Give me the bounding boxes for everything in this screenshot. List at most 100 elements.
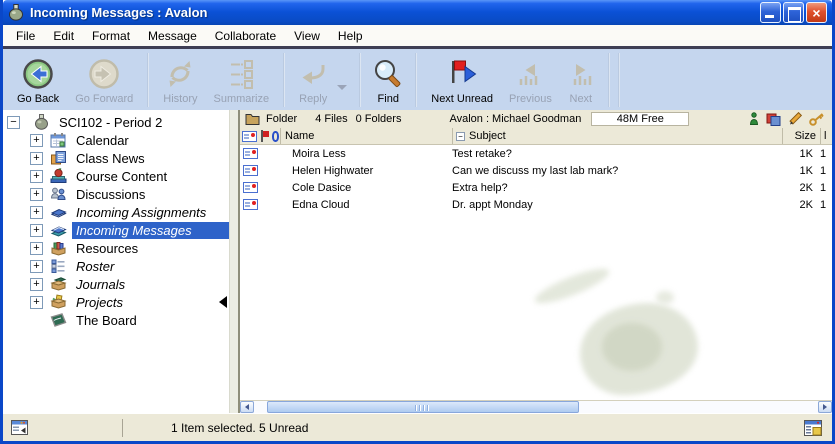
tree-item-projects[interactable]: + Projects <box>3 293 229 311</box>
menu-help[interactable]: Help <box>329 26 372 46</box>
go-forward-button[interactable]: Go Forward <box>67 51 141 109</box>
next-unread-button[interactable]: Next Unread <box>423 51 501 109</box>
watermark-island <box>602 323 662 371</box>
expand-box-icon[interactable]: + <box>30 170 43 183</box>
expand-box-icon[interactable]: + <box>30 278 43 291</box>
scroll-left-button[interactable] <box>240 401 254 413</box>
expand-box-icon[interactable]: + <box>30 296 43 309</box>
toolbar-separator <box>147 53 149 107</box>
scrollbar-thumb[interactable] <box>267 401 579 413</box>
incoming-assignments-icon <box>50 204 67 220</box>
admin-key-pencil-icon[interactable] <box>809 113 826 126</box>
tree-item-calendar[interactable]: + Calendar <box>3 131 229 149</box>
board-icon <box>50 312 67 328</box>
unread-flag-column-icon[interactable] <box>259 130 270 143</box>
previous-button[interactable]: Previous <box>501 51 560 109</box>
subject-collapse-icon[interactable]: − <box>456 132 465 141</box>
journals-icon <box>50 276 67 292</box>
tree-item-incoming-messages[interactable]: + Incoming Messages <box>3 221 229 239</box>
scroll-right-button[interactable] <box>818 401 832 413</box>
history-button[interactable]: History <box>155 51 205 109</box>
status-separator <box>122 419 123 437</box>
column-header-name[interactable]: Name <box>280 128 452 144</box>
split-view-icon[interactable] <box>804 420 822 436</box>
message-subject: Dr. appt Monday <box>452 199 782 211</box>
message-last-modified: 1 <box>818 182 832 194</box>
column-header-row: Name − Subject Size l <box>240 128 832 145</box>
reply-button[interactable]: Reply <box>291 51 335 109</box>
folder-tree: − SCI102 - Period 2 + Calendar + Class N… <box>3 110 229 413</box>
message-row[interactable]: Helen Highwater Can we discuss my last l… <box>240 162 832 179</box>
message-row[interactable]: Edna Cloud Dr. appt Monday 2K 1 <box>240 196 832 213</box>
expand-box-icon[interactable]: + <box>30 260 43 273</box>
next-button[interactable]: Next <box>560 51 602 109</box>
account-name: Avalon : Michael Goodman <box>449 113 581 125</box>
tree-item-label: Projects <box>72 294 127 311</box>
go-back-icon <box>21 56 55 92</box>
message-row[interactable]: Moira Less Test retake? 1K 1 <box>240 145 832 162</box>
unread-message-icon <box>243 182 258 193</box>
maximize-button[interactable] <box>783 2 804 23</box>
tree-item-the-board[interactable]: The Board <box>3 311 229 329</box>
tree-item-sci102[interactable]: − SCI102 - Period 2 <box>3 113 229 131</box>
edit-pencil-icon[interactable] <box>788 112 802 126</box>
menu-file[interactable]: File <box>7 26 44 46</box>
scrollbar-track[interactable] <box>254 401 818 413</box>
tree-item-roster[interactable]: + Roster <box>3 257 229 275</box>
find-button[interactable]: Find <box>367 51 409 109</box>
attachment-column-icon[interactable] <box>272 131 279 142</box>
watermark-island <box>656 291 674 304</box>
find-magnifier-icon <box>371 56 405 92</box>
title-bar[interactable]: Incoming Messages : Avalon × <box>3 0 832 25</box>
files-count: 4 Files <box>315 113 347 125</box>
go-back-button[interactable]: Go Back <box>9 51 67 109</box>
reply-dropdown-arrow-icon[interactable] <box>337 85 347 90</box>
column-header-size[interactable]: Size <box>782 128 820 144</box>
message-row[interactable]: Cole Dasice Extra help? 2K 1 <box>240 179 832 196</box>
folder-permissions-icon[interactable] <box>766 113 781 126</box>
menu-collaborate[interactable]: Collaborate <box>206 26 285 46</box>
next-icon <box>564 56 598 92</box>
pane-splitter[interactable] <box>229 110 240 413</box>
menu-format[interactable]: Format <box>83 26 139 46</box>
tree-item-resources[interactable]: + Resources <box>3 239 229 257</box>
unread-message-icon <box>243 165 258 176</box>
close-button[interactable]: × <box>806 2 827 23</box>
tree-item-course-content[interactable]: + Course Content <box>3 167 229 185</box>
tree-item-discussions[interactable]: + Discussions <box>3 185 229 203</box>
tree-item-incoming-assignments[interactable]: + Incoming Assignments <box>3 203 229 221</box>
expand-box-icon[interactable]: + <box>30 224 43 237</box>
watermark-island <box>532 263 613 310</box>
collapse-box-icon[interactable]: − <box>7 116 20 129</box>
message-size: 1K <box>782 165 818 177</box>
expand-box-icon[interactable]: + <box>30 152 43 165</box>
menu-edit[interactable]: Edit <box>44 26 83 46</box>
expand-box-icon[interactable]: + <box>30 134 43 147</box>
pane-toggle-icon[interactable] <box>11 420 28 435</box>
tree-item-class-news[interactable]: + Class News <box>3 149 229 167</box>
message-type-column-icon[interactable] <box>242 131 257 142</box>
menu-message[interactable]: Message <box>139 26 206 46</box>
column-header-last-modified[interactable]: l <box>820 128 832 144</box>
minimize-button[interactable] <box>760 2 781 23</box>
tree-item-label: Incoming Messages <box>72 222 229 239</box>
column-header-subject[interactable]: − Subject <box>452 128 782 144</box>
summarize-button[interactable]: Summarize <box>206 51 278 109</box>
connected-user-icon[interactable] <box>749 112 759 126</box>
tree-item-label: Course Content <box>72 168 171 185</box>
menu-view[interactable]: View <box>285 26 329 46</box>
history-icon <box>163 56 197 92</box>
pane-collapse-arrow-icon[interactable] <box>219 296 227 308</box>
message-size: 1K <box>782 148 818 160</box>
tree-item-journals[interactable]: + Journals <box>3 275 229 293</box>
expand-box-icon[interactable]: + <box>30 188 43 201</box>
expand-box-icon[interactable]: + <box>30 242 43 255</box>
previous-icon <box>513 56 547 92</box>
tree-item-label: Roster <box>72 258 118 275</box>
horizontal-scrollbar[interactable] <box>240 400 832 413</box>
next-unread-flag-icon <box>444 56 480 92</box>
toolbar-separator <box>359 53 361 107</box>
expand-box-icon[interactable]: + <box>30 206 43 219</box>
message-last-modified: 1 <box>818 148 832 160</box>
window-title: Incoming Messages : Avalon <box>30 5 758 20</box>
